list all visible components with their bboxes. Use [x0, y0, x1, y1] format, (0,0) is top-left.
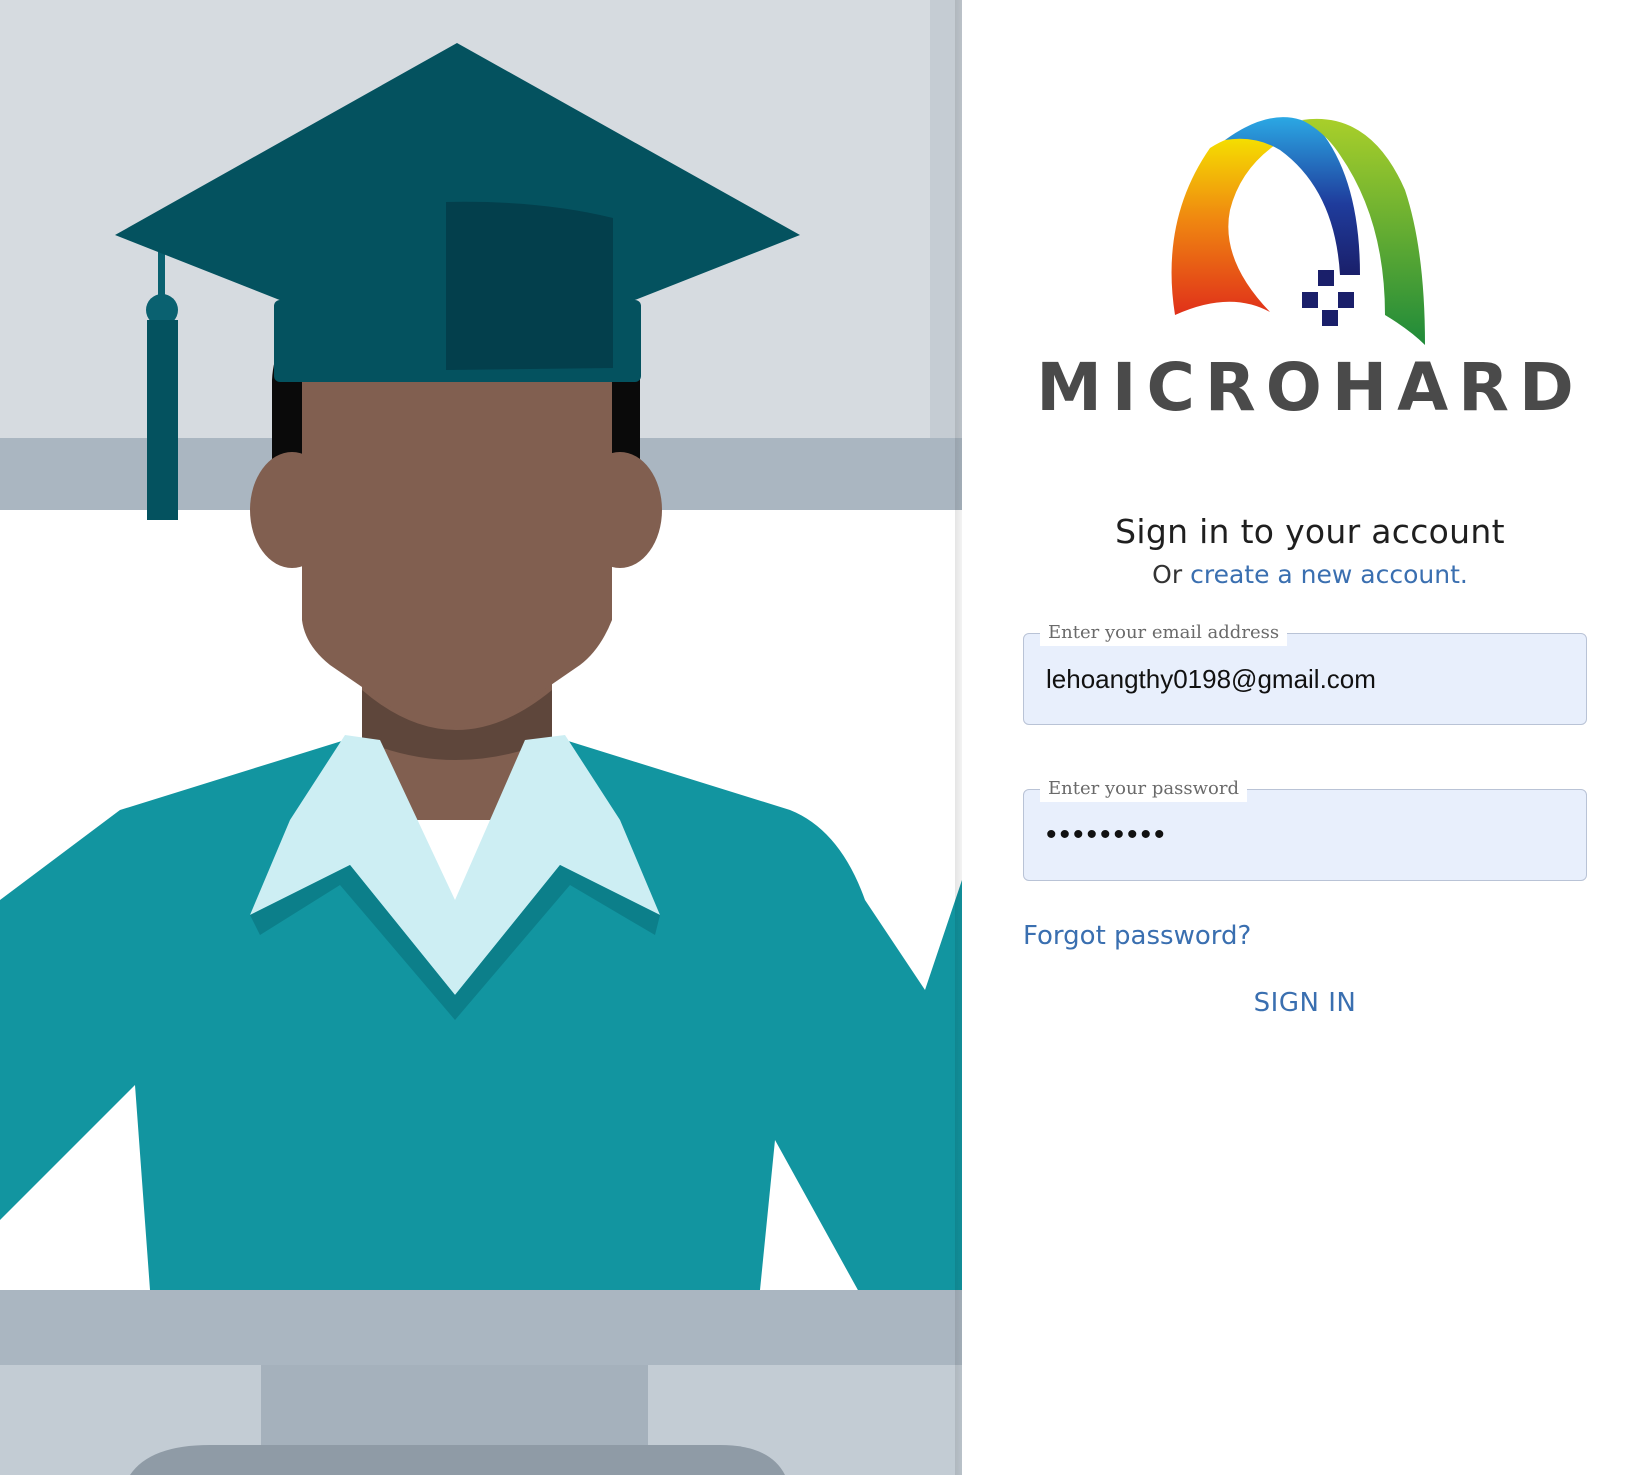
password-input[interactable]: [1046, 812, 1566, 858]
login-page: MICROHARD Sign in to your account Or cre…: [0, 0, 1632, 1475]
email-field-label: Enter your email address: [1040, 620, 1288, 646]
forgot-password-link[interactable]: Forgot password?: [1023, 921, 1251, 951]
create-account-line: Or create a new account.: [1040, 560, 1580, 589]
password-field: Enter your password: [1023, 776, 1587, 881]
create-account-link[interactable]: create a new account.: [1190, 560, 1468, 589]
graduate-illustration: [0, 0, 962, 1475]
page-title: Sign in to your account: [1115, 512, 1505, 551]
email-field: Enter your email address: [1023, 620, 1587, 725]
or-text: Or: [1152, 560, 1183, 589]
password-field-label: Enter your password: [1040, 776, 1247, 802]
logo-wordmark: MICROHARD: [1040, 349, 1580, 426]
sign-in-button[interactable]: SIGN IN: [1205, 980, 1405, 1026]
microhard-logo: MICROHARD: [1036, 100, 1580, 440]
email-input[interactable]: [1046, 656, 1566, 702]
